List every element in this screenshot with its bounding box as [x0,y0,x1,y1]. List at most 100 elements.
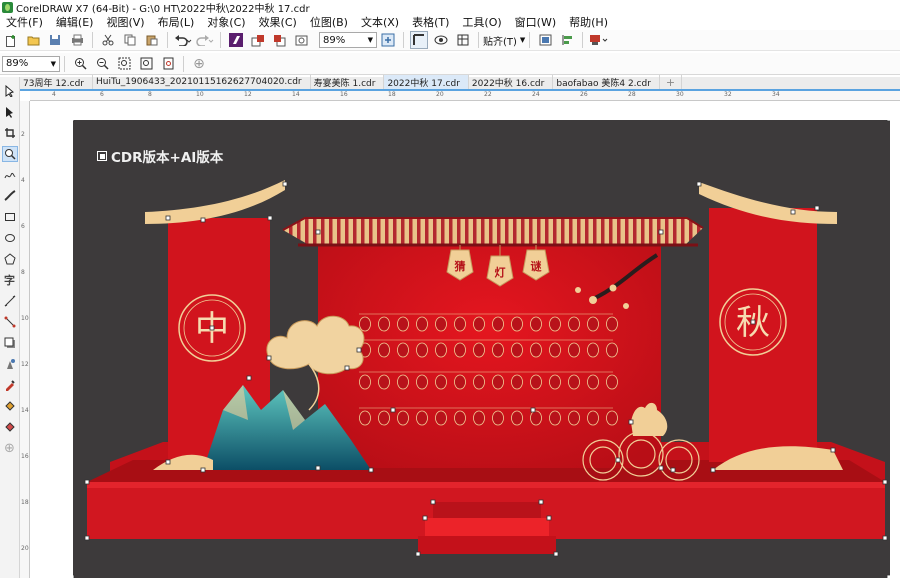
riddle-lantern[interactable] [606,410,618,426]
tab-mid-autumn-17[interactable]: 2022中秋 17.cdr [384,75,469,89]
selection-handle[interactable] [282,181,288,187]
text-tool-icon[interactable]: 字 [2,272,18,288]
add-tool-icon[interactable]: ⊕ [2,440,18,456]
riddle-lantern[interactable] [606,374,618,390]
menu-tools[interactable]: 工具(O) [462,14,501,30]
riddle-lantern[interactable] [473,410,485,426]
riddle-lantern[interactable] [568,342,580,358]
riddle-lantern[interactable] [473,342,485,358]
riddle-lantern[interactable] [378,410,390,426]
riddle-lantern[interactable] [454,342,466,358]
menu-bitmaps[interactable]: 位图(B) [310,14,348,30]
riddle-lantern[interactable] [378,374,390,390]
zoom-levels-select[interactable]: 89% ▼ [2,55,60,72]
riddle-lantern[interactable] [359,374,371,390]
polygon-tool-icon[interactable] [2,251,18,267]
import-icon[interactable] [249,31,267,49]
crop-tool-icon[interactable] [2,125,18,141]
riddle-lantern[interactable] [530,374,542,390]
tab-mid-autumn-16[interactable]: 2022中秋 16.cdr [469,75,554,89]
selection-handle[interactable] [344,365,350,371]
menu-file[interactable]: 文件(F) [6,14,43,30]
riddle-lantern[interactable] [530,410,542,426]
snap-to-dropdown[interactable]: 贴齐(T) ▼ [483,33,525,48]
redo-icon[interactable] [196,31,214,49]
menu-effects[interactable]: 效果(C) [259,14,297,30]
selection-handle[interactable] [200,217,206,223]
selection-handle[interactable] [530,407,536,413]
selection-handle[interactable] [165,215,171,221]
riddle-lantern[interactable] [473,316,485,332]
riddle-lantern[interactable] [549,410,561,426]
riddle-lantern[interactable] [454,316,466,332]
riddle-lantern[interactable] [549,342,561,358]
riddle-lantern[interactable] [492,342,504,358]
zoom-to-selected-icon[interactable] [115,55,133,73]
riddle-lantern[interactable] [587,316,599,332]
horizontal-ruler[interactable]: 4 6 8 10 12 14 16 18 20 22 24 26 28 30 32 34 [30,91,900,101]
riddle-lantern[interactable] [568,374,580,390]
riddle-lantern[interactable] [416,374,428,390]
selection-handle[interactable] [415,551,421,557]
riddle-lantern[interactable] [378,342,390,358]
selection-handle[interactable] [882,479,888,485]
search-content-icon[interactable] [227,31,245,49]
riddle-lantern[interactable] [549,374,561,390]
selection-handle[interactable] [882,535,888,541]
drawing-canvas[interactable]: 猜 灯 谜 中 秋 CDR版本+AI版本 [31,102,900,578]
pick-tool-icon[interactable] [2,83,18,99]
export-icon[interactable] [271,31,289,49]
full-screen-preview-icon[interactable] [379,31,397,49]
riddle-lantern[interactable] [454,410,466,426]
selection-handle[interactable] [84,479,90,485]
tab-huitu[interactable]: HuiTu_1906433_20210115162627704020.cdr [93,75,311,89]
tab-birthday-display[interactable]: 寿宴美陈 1.cdr [311,75,385,89]
riddle-lantern[interactable] [435,316,447,332]
riddle-lantern[interactable] [568,410,580,426]
rectangle-tool-icon[interactable] [2,209,18,225]
zoom-out-icon[interactable] [93,55,111,73]
menu-object[interactable]: 对象(C) [207,14,245,30]
selection-handle[interactable] [368,467,374,473]
selection-handle[interactable] [670,467,676,473]
riddle-lantern[interactable] [511,316,523,332]
connector-tool-icon[interactable] [2,314,18,330]
riddle-lantern[interactable] [511,374,523,390]
selection-handle[interactable] [356,347,362,353]
selection-handle[interactable] [209,325,215,331]
zoom-tool-icon[interactable] [1,146,18,162]
cut-icon[interactable] [99,31,117,49]
vertical-ruler[interactable]: 2 4 6 8 10 12 14 16 18 20 [20,101,30,578]
riddle-lantern[interactable] [378,316,390,332]
menu-text[interactable]: 文本(X) [361,14,399,30]
riddle-lantern[interactable] [587,342,599,358]
menu-view[interactable]: 视图(V) [106,14,144,30]
selection-handle[interactable] [830,447,836,453]
tab-73-anniversary[interactable]: 73周年 12.cdr [20,75,93,89]
print-icon[interactable] [68,31,86,49]
new-document-icon[interactable] [2,31,20,49]
riddle-lantern[interactable] [359,316,371,332]
selection-handle[interactable] [750,319,756,325]
selection-handle[interactable] [266,355,272,361]
align-distribute-icon[interactable] [558,31,576,49]
selection-handle[interactable] [658,465,664,471]
selection-handle[interactable] [315,465,321,471]
zoom-level-select[interactable]: 89% ▼ [319,32,377,48]
zoom-in-icon[interactable] [71,55,89,73]
selection-handle[interactable] [84,535,90,541]
riddle-lantern[interactable] [397,374,409,390]
selection-handle[interactable] [615,457,621,463]
smart-fill-tool-icon[interactable] [2,419,18,435]
riddle-lantern[interactable] [359,410,371,426]
riddle-lantern[interactable] [397,410,409,426]
zoom-to-page-icon[interactable] [159,55,177,73]
parallel-dimension-tool-icon[interactable] [2,293,18,309]
selection-handle[interactable] [165,459,171,465]
mid-autumn-stage-artwork[interactable]: 猜 灯 谜 中 秋 [73,120,890,578]
shape-tool-icon[interactable] [2,104,18,120]
menu-help[interactable]: 帮助(H) [569,14,608,30]
selection-handle[interactable] [73,120,75,122]
selection-handle[interactable] [696,181,702,187]
interactive-fill-tool-icon[interactable] [2,398,18,414]
